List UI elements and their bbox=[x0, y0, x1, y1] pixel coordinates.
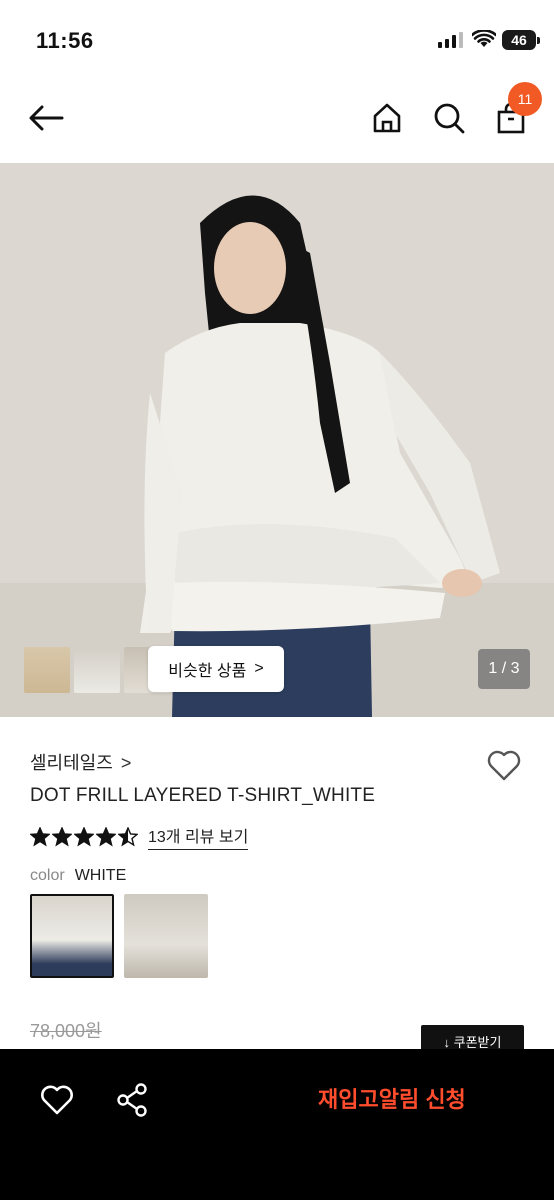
brand-name: 셀리테일즈 bbox=[30, 753, 113, 773]
thumbnail-2[interactable] bbox=[74, 647, 120, 693]
similar-products-label: 비슷한 상품 bbox=[168, 663, 247, 680]
battery-icon: 46 bbox=[502, 30, 540, 50]
similar-products-button[interactable]: 비슷한 상품 > bbox=[148, 646, 284, 692]
star-icon bbox=[30, 826, 50, 847]
search-icon bbox=[434, 103, 465, 134]
color-swatch-white[interactable] bbox=[30, 894, 114, 978]
arrow-left-icon bbox=[29, 105, 64, 131]
home-icon bbox=[373, 103, 401, 133]
share-icon[interactable] bbox=[114, 1081, 152, 1119]
signal-icon bbox=[438, 32, 463, 48]
color-row: color WHITE bbox=[30, 867, 126, 885]
star-icon bbox=[118, 826, 138, 847]
rating-stars bbox=[30, 826, 138, 847]
thumbnail-1[interactable] bbox=[24, 647, 70, 693]
color-label: color bbox=[30, 867, 65, 884]
chevron-right-icon: > bbox=[254, 660, 264, 677]
wifi-icon bbox=[472, 30, 496, 47]
color-swatch-2[interactable] bbox=[124, 894, 208, 978]
product-name: DOT FRILL LAYERED T-SHIRT_WHITE bbox=[30, 785, 376, 806]
star-icon bbox=[52, 826, 72, 847]
star-icon bbox=[74, 826, 94, 847]
original-price: 78,000원 bbox=[30, 1021, 102, 1041]
color-value: WHITE bbox=[74, 867, 127, 884]
restock-alert-button[interactable]: 재입고알림 신청 bbox=[318, 1081, 466, 1119]
status-time: 11:56 bbox=[36, 28, 94, 53]
top-navigation: 11 bbox=[0, 80, 554, 162]
heart-icon[interactable] bbox=[38, 1081, 76, 1119]
star-icon bbox=[96, 826, 116, 847]
review-link[interactable]: 13개 리뷰 보기 bbox=[148, 823, 249, 850]
product-image-carousel[interactable]: 비슷한 상품 > 1 / 3 bbox=[0, 163, 554, 717]
wishlist-heart-icon[interactable] bbox=[484, 745, 524, 785]
search-button[interactable] bbox=[427, 96, 471, 140]
bottom-action-bar: 재입고알림 신청 bbox=[0, 1049, 554, 1200]
brand-link[interactable]: 셀리테일즈 > bbox=[30, 749, 131, 775]
chevron-right-icon: > bbox=[120, 753, 132, 773]
product-photo bbox=[0, 163, 554, 717]
back-button[interactable] bbox=[24, 96, 68, 140]
home-button[interactable] bbox=[365, 96, 409, 140]
color-swatches bbox=[30, 894, 208, 978]
rating-row: 13개 리뷰 보기 bbox=[30, 823, 249, 850]
cart-count-badge: 11 bbox=[508, 82, 542, 116]
image-counter: 1 / 3 bbox=[478, 649, 530, 689]
product-info: 셀리테일즈 > DOT FRILL LAYERED T-SHIRT_WHITE 1… bbox=[0, 717, 554, 1057]
status-bar: 11:56 46 bbox=[0, 0, 554, 80]
